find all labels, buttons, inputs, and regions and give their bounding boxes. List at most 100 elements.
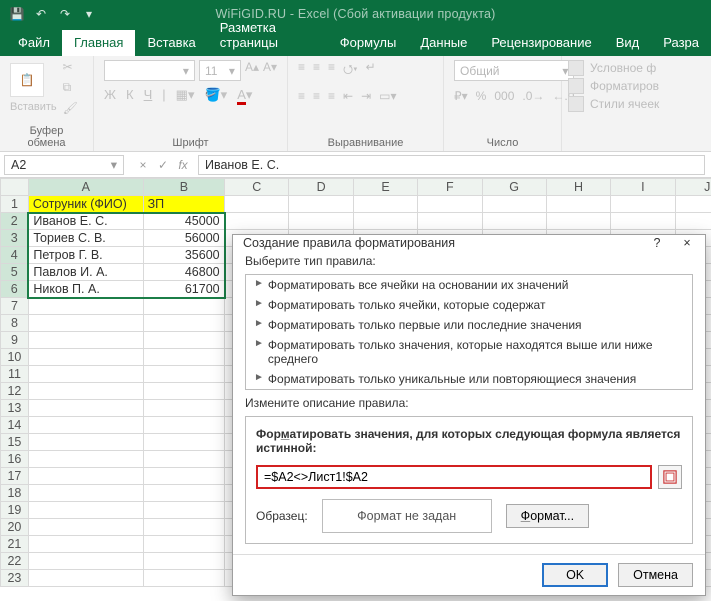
- cell-B20[interactable]: [143, 519, 225, 536]
- row-header-1[interactable]: 1: [1, 196, 29, 213]
- cond-format-label[interactable]: Условное ф: [590, 61, 656, 75]
- cell-E2[interactable]: [353, 213, 417, 230]
- cell-A10[interactable]: [28, 349, 143, 366]
- format-button[interactable]: Формат...: [506, 504, 589, 528]
- name-box[interactable]: A2▾: [4, 155, 124, 175]
- cell-B14[interactable]: [143, 417, 225, 434]
- cell-B12[interactable]: [143, 383, 225, 400]
- row-header-3[interactable]: 3: [1, 230, 29, 247]
- cell-A13[interactable]: [28, 400, 143, 417]
- row-header-9[interactable]: 9: [1, 332, 29, 349]
- col-header-E[interactable]: E: [353, 179, 417, 196]
- cell-B21[interactable]: [143, 536, 225, 553]
- row-header-17[interactable]: 17: [1, 468, 29, 485]
- cell-B6[interactable]: 61700: [143, 281, 225, 298]
- row-header-15[interactable]: 15: [1, 434, 29, 451]
- format-painter-icon[interactable]: 🖌: [63, 101, 78, 115]
- cell-A23[interactable]: [28, 570, 143, 587]
- row-header-20[interactable]: 20: [1, 519, 29, 536]
- qat-customize-icon[interactable]: ▾: [80, 5, 98, 23]
- cell-A11[interactable]: [28, 366, 143, 383]
- col-header-I[interactable]: I: [611, 179, 675, 196]
- save-icon[interactable]: 💾: [8, 5, 26, 23]
- cell-A7[interactable]: [28, 298, 143, 315]
- cut-icon[interactable]: ✂: [63, 60, 73, 74]
- cell-B1[interactable]: ЗП: [143, 196, 225, 213]
- cell-G1[interactable]: [482, 196, 546, 213]
- row-header-8[interactable]: 8: [1, 315, 29, 332]
- tab-home[interactable]: Главная: [62, 30, 135, 56]
- fill-color-icon[interactable]: 🪣▾: [204, 87, 227, 103]
- row-header-5[interactable]: 5: [1, 264, 29, 281]
- currency-icon[interactable]: ₽▾: [454, 89, 468, 103]
- inc-decimal-icon[interactable]: .0→: [522, 89, 544, 103]
- cell-A22[interactable]: [28, 553, 143, 570]
- grow-font-icon[interactable]: A▴: [245, 60, 259, 81]
- range-picker-icon[interactable]: [658, 465, 682, 489]
- row-header-2[interactable]: 2: [1, 213, 29, 230]
- cell-B22[interactable]: [143, 553, 225, 570]
- align-top-icon[interactable]: ≡: [298, 60, 305, 81]
- cell-B15[interactable]: [143, 434, 225, 451]
- cell-A18[interactable]: [28, 485, 143, 502]
- row-header-6[interactable]: 6: [1, 281, 29, 298]
- font-name-combo[interactable]: ▾: [104, 60, 195, 81]
- cell-A15[interactable]: [28, 434, 143, 451]
- cell-B9[interactable]: [143, 332, 225, 349]
- thousands-icon[interactable]: 000: [494, 89, 514, 103]
- cell-H2[interactable]: [546, 213, 610, 230]
- col-header-A[interactable]: A: [28, 179, 143, 196]
- align-bottom-icon[interactable]: ≡: [328, 60, 335, 81]
- cell-B16[interactable]: [143, 451, 225, 468]
- cell-A17[interactable]: [28, 468, 143, 485]
- cell-J1[interactable]: [675, 196, 711, 213]
- col-header-H[interactable]: H: [546, 179, 610, 196]
- tab-page-layout[interactable]: Разметка страницы: [208, 15, 328, 56]
- bold-button[interactable]: Ж: [104, 87, 116, 103]
- cell-styles-label[interactable]: Стили ячеек: [590, 97, 659, 111]
- cell-A6[interactable]: Ников П. А.: [28, 281, 143, 298]
- percent-icon[interactable]: %: [476, 89, 487, 103]
- row-header-4[interactable]: 4: [1, 247, 29, 264]
- tab-file[interactable]: Файл: [6, 30, 62, 56]
- cell-B18[interactable]: [143, 485, 225, 502]
- wrap-text-icon[interactable]: ↵: [366, 60, 376, 81]
- indent-inc-icon[interactable]: ⇥: [361, 89, 371, 103]
- cell-B10[interactable]: [143, 349, 225, 366]
- redo-icon[interactable]: ↷: [56, 5, 74, 23]
- cell-A19[interactable]: [28, 502, 143, 519]
- row-header-19[interactable]: 19: [1, 502, 29, 519]
- row-header-18[interactable]: 18: [1, 485, 29, 502]
- rule-type-item-5[interactable]: ►Использовать формулу для определения фо…: [246, 389, 692, 390]
- rule-type-list[interactable]: ►Форматировать все ячейки на основании и…: [245, 274, 693, 390]
- col-header-D[interactable]: D: [289, 179, 353, 196]
- rule-type-item-4[interactable]: ►Форматировать только уникальные или пов…: [246, 369, 692, 389]
- cell-A20[interactable]: [28, 519, 143, 536]
- font-size-combo[interactable]: 11▾: [199, 60, 241, 81]
- row-header-12[interactable]: 12: [1, 383, 29, 400]
- tab-data[interactable]: Данные: [408, 30, 479, 56]
- cancel-edit-icon[interactable]: ×: [134, 158, 152, 172]
- indent-dec-icon[interactable]: ⇤: [343, 89, 353, 103]
- rule-type-item-1[interactable]: ►Форматировать только ячейки, которые со…: [246, 295, 692, 315]
- tab-formulas[interactable]: Формулы: [328, 30, 409, 56]
- cell-I2[interactable]: [611, 213, 675, 230]
- underline-button[interactable]: Ч: [144, 87, 153, 103]
- cell-D2[interactable]: [289, 213, 353, 230]
- cell-E1[interactable]: [353, 196, 417, 213]
- row-header-21[interactable]: 21: [1, 536, 29, 553]
- cell-B7[interactable]: [143, 298, 225, 315]
- select-all-corner[interactable]: [1, 179, 29, 196]
- row-header-23[interactable]: 23: [1, 570, 29, 587]
- cell-A2[interactable]: Иванов Е. С.: [28, 213, 143, 230]
- cell-styles-icon[interactable]: [568, 96, 584, 112]
- orientation-icon[interactable]: ⭯▾: [343, 60, 358, 81]
- tab-view[interactable]: Вид: [604, 30, 652, 56]
- cell-A1[interactable]: Сотруник (ФИО): [28, 196, 143, 213]
- row-header-10[interactable]: 10: [1, 349, 29, 366]
- dialog-close-icon[interactable]: ×: [679, 236, 695, 250]
- cell-A9[interactable]: [28, 332, 143, 349]
- cell-A16[interactable]: [28, 451, 143, 468]
- cell-B8[interactable]: [143, 315, 225, 332]
- align-left-icon[interactable]: ≡: [298, 89, 305, 103]
